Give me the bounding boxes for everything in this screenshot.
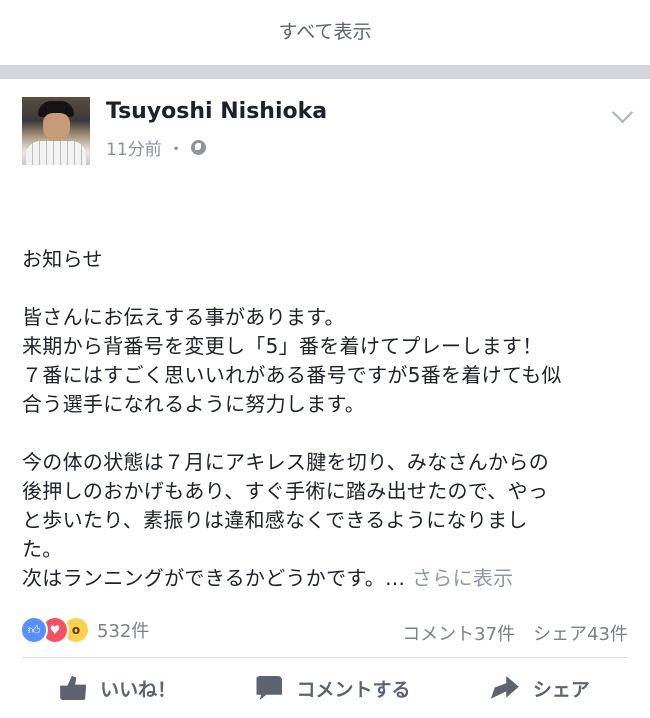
avatar-face-shape (43, 113, 70, 141)
post-body: お知らせ 皆さんにお伝えする事があります。 来期から背番号を変更し「5」番を着け… (0, 159, 650, 593)
post-last-line: 次はランニングができるかどうかです。… さらに表示 (22, 564, 628, 593)
post-line: 来期から背番号を変更し「5」番を着けてプレーします！ (22, 334, 543, 358)
post-line: ７番にはすごく思いいれがある番号ですが5番を着けても似 (22, 363, 562, 387)
post-line: お知らせ (22, 247, 103, 271)
post-line: 皆さんにお伝えする事があります。 (22, 305, 345, 329)
post-line: 後押しのおかげもあり、すぐ手術に踏み出せたので、やっ (22, 479, 549, 503)
avatar-jersey-shape (26, 141, 86, 165)
share-count[interactable]: シェア43件 (533, 620, 628, 646)
globe-icon[interactable] (190, 140, 206, 155)
post-time[interactable]: 11分前 (106, 135, 162, 160)
post-line: と歩いたり、素振りは違和感なくできるようになりまし (22, 508, 528, 532)
comment-bubble-icon (256, 676, 283, 700)
share-arrow-icon (490, 676, 519, 699)
post-stats: 👍︎ ♥ o 532件 コメント37件 シェア43件 (0, 607, 650, 657)
post-line: た。 (22, 537, 63, 561)
section-divider (0, 65, 650, 79)
post-line: 次はランニングができるかどうかです。… (22, 566, 406, 590)
post-line: 今の体の状態は７月にアキレス腱を切り、みなさんからの (22, 450, 549, 474)
post-header: Tsuyoshi Nishioka 11分前 ・ (0, 79, 650, 165)
facebook-post: Tsuyoshi Nishioka 11分前 ・ お知らせ 皆さんにお伝えする事… (0, 79, 650, 718)
meta-separator: ・ (167, 140, 185, 160)
chevron-down-icon[interactable] (611, 101, 634, 124)
like-icon: 👍︎ (20, 616, 48, 644)
post-line: 合う選手になれるように努力します。 (22, 392, 366, 416)
post-actions: いいね！ コメントする シェア (0, 658, 650, 718)
post-meta: 11分前 ・ (106, 135, 206, 160)
author-name[interactable]: Tsuyoshi Nishioka (106, 99, 327, 124)
show-all-link[interactable]: すべて表示 (0, 0, 650, 60)
comment-count[interactable]: コメント37件 (402, 620, 515, 646)
show-all-label: すべて表示 (278, 20, 372, 43)
reaction-count: 532件 (97, 621, 150, 642)
engagement-counts: コメント37件 シェア43件 (402, 620, 628, 646)
reactions-summary[interactable]: 👍︎ ♥ o 532件 (20, 616, 149, 644)
see-more-link[interactable]: さらに表示 (412, 566, 514, 590)
author-avatar[interactable] (22, 97, 90, 165)
thumbs-up-icon (60, 676, 87, 700)
